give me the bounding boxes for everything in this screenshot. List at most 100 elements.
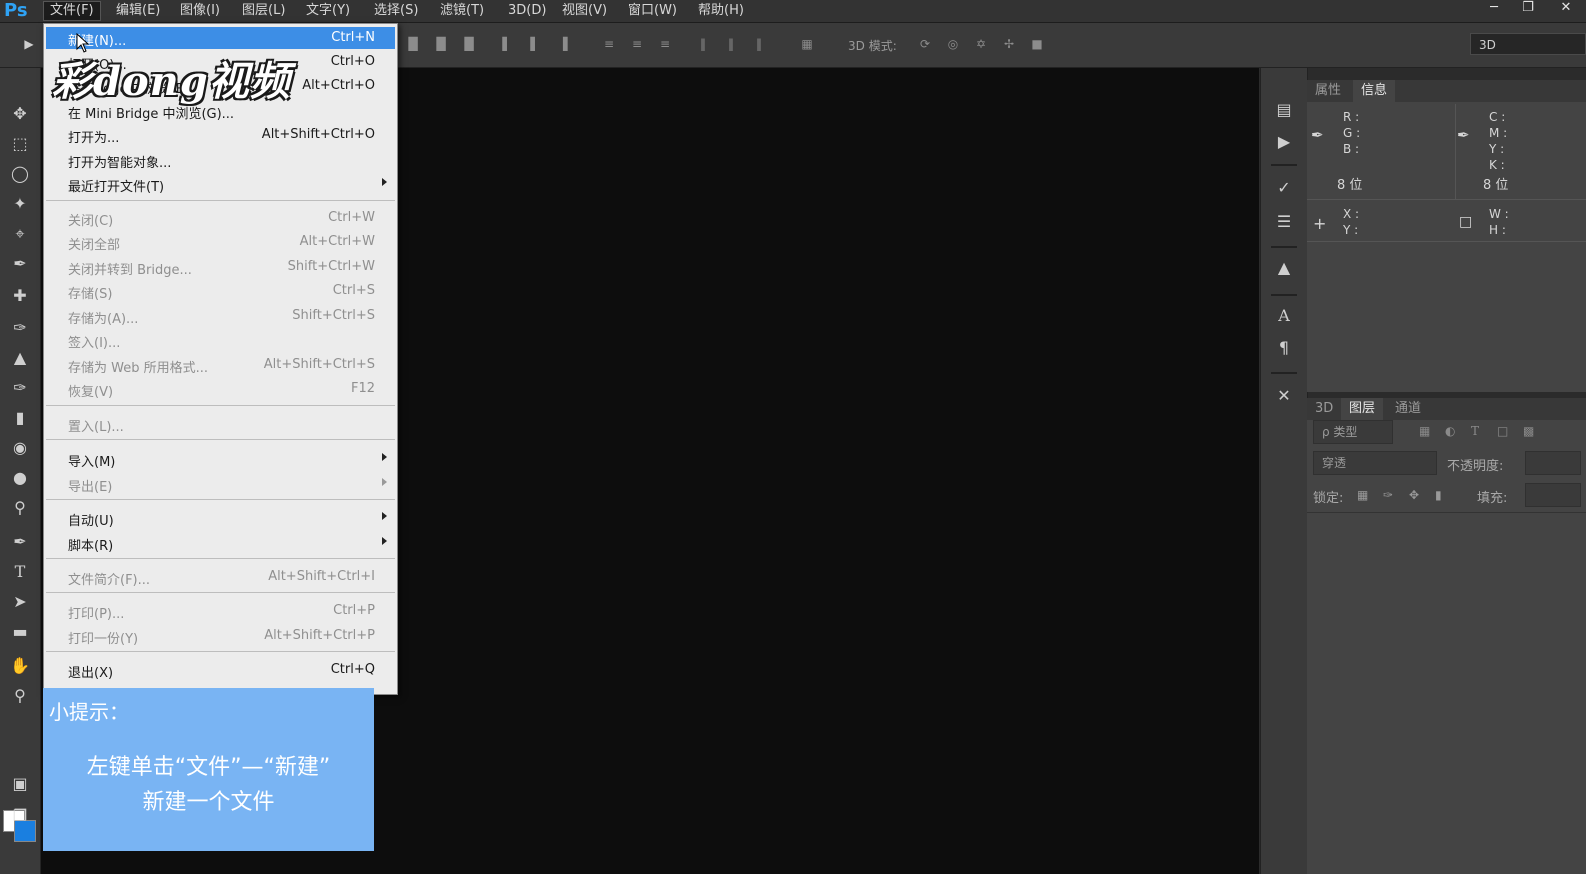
paragraph-panel-icon[interactable]: ¶ (1272, 338, 1296, 360)
distribute-left-icon[interactable]: ‖ (694, 37, 712, 53)
lock-all-icon[interactable]: ▮ (1435, 488, 1442, 502)
menu-item-open-as[interactable]: 打开为... Alt+Shift+Ctrl+O (46, 124, 395, 146)
screen-mode-icon[interactable]: ❐ (8, 804, 32, 828)
menu-item-save-for-web[interactable]: 存储为 Web 所用格式... Alt+Shift+Ctrl+S (46, 354, 395, 376)
move-tool-preset-icon[interactable]: ▶ (20, 37, 38, 53)
menu-item-close[interactable]: 关闭(C) Ctrl+W (46, 207, 395, 229)
menu-item-place[interactable]: 置入(L)... (46, 413, 395, 435)
type-tool-icon[interactable]: T (8, 560, 32, 584)
zoom-tool-icon[interactable]: ⚲ (8, 684, 32, 708)
tool-presets-icon[interactable]: ✕ (1272, 386, 1296, 408)
marquee-tool-icon[interactable]: ⬚ (8, 132, 32, 156)
menu-filter[interactable]: 滤镜(T) (434, 2, 490, 20)
distribute-bottom-icon[interactable]: ≡ (656, 37, 674, 53)
stamp-tool-icon[interactable]: ▲ (8, 346, 32, 370)
healing-brush-icon[interactable]: ✚ (8, 284, 32, 308)
menu-image[interactable]: 图像(I) (174, 2, 226, 20)
tab-layers[interactable]: 图层 (1341, 398, 1384, 420)
menu-item-exit[interactable]: 退出(X) Ctrl+Q (46, 659, 395, 681)
history-panel-icon[interactable]: ▤ (1272, 100, 1296, 122)
menu-item-close-all[interactable]: 关闭全部 Alt+Ctrl+W (46, 231, 395, 253)
3d-roll-icon[interactable]: ◎ (944, 37, 962, 53)
menu-item-scripts[interactable]: 脚本(R) (46, 532, 395, 554)
blend-mode-select[interactable]: 穿透 (1313, 451, 1437, 475)
menu-item-save-as[interactable]: 存储为(A)... Shift+Ctrl+S (46, 305, 395, 327)
tab-properties[interactable]: 属性 (1307, 80, 1349, 102)
lasso-tool-icon[interactable]: ◯ (8, 162, 32, 186)
blur-tool-icon[interactable]: ● (8, 466, 32, 490)
3d-slide-icon[interactable]: ✢ (1000, 37, 1018, 53)
actions-play-icon[interactable]: ▶ (1272, 132, 1296, 154)
fill-input[interactable] (1525, 483, 1581, 507)
move-tool-icon[interactable]: ✥ (8, 102, 32, 126)
filter-adjustment-icon[interactable]: ◐ (1445, 424, 1455, 438)
menu-type[interactable]: 文字(Y) (300, 2, 356, 20)
brush-tool-icon[interactable]: ✑ (8, 316, 32, 340)
menu-item-import[interactable]: 导入(M) (46, 448, 395, 470)
menu-window[interactable]: 窗口(W) (622, 2, 683, 20)
eraser-tool-icon[interactable]: ▮ (8, 406, 32, 430)
lock-transparent-icon[interactable]: ▦ (1357, 488, 1368, 502)
lock-pixels-icon[interactable]: ✑ (1383, 488, 1393, 502)
eyedropper-cmyk-icon[interactable]: ✒ (1457, 126, 1470, 144)
align-top-icon[interactable]: █ (404, 37, 422, 53)
align-bottom-icon[interactable]: █ (460, 37, 478, 53)
menu-item-revert[interactable]: 恢复(V) F12 (46, 378, 395, 400)
menu-item-automate[interactable]: 自动(U) (46, 507, 395, 529)
path-select-icon[interactable]: ➤ (8, 590, 32, 614)
layer-filter-select[interactable]: ρ 类型 (1313, 420, 1393, 444)
menu-edit[interactable]: 编辑(E) (110, 2, 166, 20)
dodge-tool-icon[interactable]: ⚲ (8, 496, 32, 520)
3d-scale-icon[interactable]: ■ (1028, 37, 1046, 53)
align-hcenter-icon[interactable]: ▌ (526, 37, 544, 53)
align-left-icon[interactable]: ▌ (498, 37, 516, 53)
menu-select[interactable]: 选择(S) (368, 2, 424, 20)
pen-tool-icon[interactable]: ✒ (8, 530, 32, 554)
filter-pixel-icon[interactable]: ▦ (1419, 424, 1430, 438)
hand-tool-icon[interactable]: ✋ (8, 654, 32, 678)
menu-item-print[interactable]: 打印(P)... Ctrl+P (46, 600, 395, 622)
distribute-top-icon[interactable]: ≡ (600, 37, 618, 53)
menu-item-recent-files[interactable]: 最近打开文件(T) (46, 173, 395, 195)
adjustments-icon[interactable]: ☰ (1272, 212, 1296, 234)
workspace-select[interactable]: 3D (1470, 33, 1586, 55)
menu-item-print-one-copy[interactable]: 打印一份(Y) Alt+Shift+Ctrl+P (46, 625, 395, 647)
minimize-icon[interactable]: ─ (1480, 0, 1508, 18)
3d-pan-icon[interactable]: ✡ (972, 37, 990, 53)
filter-shape-icon[interactable]: □ (1497, 424, 1508, 438)
align-vcenter-icon[interactable]: █ (432, 37, 450, 53)
menu-item-export[interactable]: 导出(E) (46, 473, 395, 495)
eyedropper-rgb-icon[interactable]: ✒ (1311, 126, 1324, 144)
distribute-right-icon[interactable]: ‖ (750, 37, 768, 53)
menu-file[interactable]: 文件(F) (43, 1, 101, 21)
distribute-hcenter-icon[interactable]: ‖ (722, 37, 740, 53)
opacity-input[interactable] (1525, 451, 1581, 475)
character-panel-icon[interactable]: A (1272, 306, 1296, 328)
rectangle-tool-icon[interactable]: ▬ (8, 620, 32, 644)
menu-3d[interactable]: 3D(D) (502, 2, 552, 20)
menu-help[interactable]: 帮助(H) (692, 2, 750, 20)
brush-presets-icon[interactable]: ✓ (1272, 178, 1296, 200)
menu-item-file-info[interactable]: 文件简介(F)... Alt+Shift+Ctrl+I (46, 566, 395, 588)
tab-3d[interactable]: 3D (1307, 398, 1341, 420)
magic-wand-icon[interactable]: ✦ (8, 192, 32, 216)
menu-item-save[interactable]: 存储(S) Ctrl+S (46, 280, 395, 302)
lock-position-icon[interactable]: ✥ (1409, 488, 1419, 502)
history-brush-icon[interactable]: ✑ (8, 376, 32, 400)
menu-view[interactable]: 视图(V) (556, 2, 613, 20)
filter-smart-object-icon[interactable]: ▩ (1523, 424, 1534, 438)
menu-item-new[interactable]: 新建(N)... Ctrl+N (46, 27, 395, 49)
paint-bucket-icon[interactable]: ◉ (8, 436, 32, 460)
close-icon[interactable]: ✕ (1552, 0, 1580, 18)
restore-icon[interactable]: ❐ (1514, 0, 1542, 18)
menu-item-check-in[interactable]: 签入(I)... (46, 329, 395, 351)
3d-rotate-icon[interactable]: ⟳ (916, 37, 934, 53)
menu-item-open-smart-object[interactable]: 打开为智能对象... (46, 149, 395, 171)
auto-align-icon[interactable]: ▦ (798, 37, 816, 53)
crop-tool-icon[interactable]: ⌖ (8, 222, 32, 246)
align-right-icon[interactable]: ▐ (554, 37, 572, 53)
tab-info[interactable]: 信息 (1353, 80, 1396, 102)
tab-channels[interactable]: 通道 (1387, 398, 1429, 420)
clone-source-icon[interactable]: ▲ (1272, 258, 1296, 280)
eyedropper-icon[interactable]: ✒ (8, 252, 32, 276)
